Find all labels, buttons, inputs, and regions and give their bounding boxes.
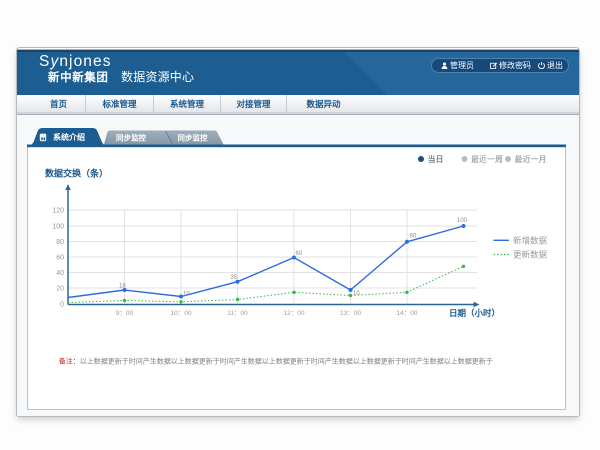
svg-text:11：00: 11：00 xyxy=(227,310,248,317)
svg-text:备注：以上数据更新于时间产生数据以上数据更新于时间产生数据以: 备注：以上数据更新于时间产生数据以上数据更新于时间产生数据以上数据更新于时间产生… xyxy=(59,357,493,366)
svg-text:最近一周: 最近一周 xyxy=(471,154,503,164)
svg-text:100: 100 xyxy=(457,218,468,224)
svg-text:100: 100 xyxy=(52,224,64,231)
svg-text:13：00: 13：00 xyxy=(340,310,361,317)
svg-text:20: 20 xyxy=(56,286,64,293)
svg-text:当日: 当日 xyxy=(428,154,444,164)
svg-text:9：00: 9：00 xyxy=(116,310,134,317)
svg-text:18: 18 xyxy=(119,284,126,290)
svg-text:10: 10 xyxy=(353,291,360,297)
svg-text:系统介绍: 系统介绍 xyxy=(53,132,85,142)
svg-text:40: 40 xyxy=(56,270,64,277)
svg-text:同步监控: 同步监控 xyxy=(116,133,146,143)
svg-text:120: 120 xyxy=(52,208,64,215)
svg-text:同步监控: 同步监控 xyxy=(178,133,208,143)
svg-text:日期（小时）: 日期（小时） xyxy=(449,308,500,318)
svg-text:10：00: 10：00 xyxy=(171,310,192,317)
svg-text:0: 0 xyxy=(60,302,64,309)
svg-text:12：00: 12：00 xyxy=(284,310,305,317)
svg-text:60: 60 xyxy=(296,251,303,257)
svg-text:60: 60 xyxy=(56,255,64,262)
svg-text:14：00: 14：00 xyxy=(397,310,418,317)
svg-text:80: 80 xyxy=(410,234,417,240)
svg-text:新增数据: 新增数据 xyxy=(513,235,548,245)
svg-text:80: 80 xyxy=(56,239,64,246)
svg-text:10: 10 xyxy=(183,292,190,298)
svg-text:35: 35 xyxy=(231,275,238,281)
svg-text:数据交换（条）: 数据交换（条） xyxy=(45,168,108,179)
svg-text:最近一月: 最近一月 xyxy=(515,154,547,164)
svg-text:更新数据: 更新数据 xyxy=(513,250,548,260)
